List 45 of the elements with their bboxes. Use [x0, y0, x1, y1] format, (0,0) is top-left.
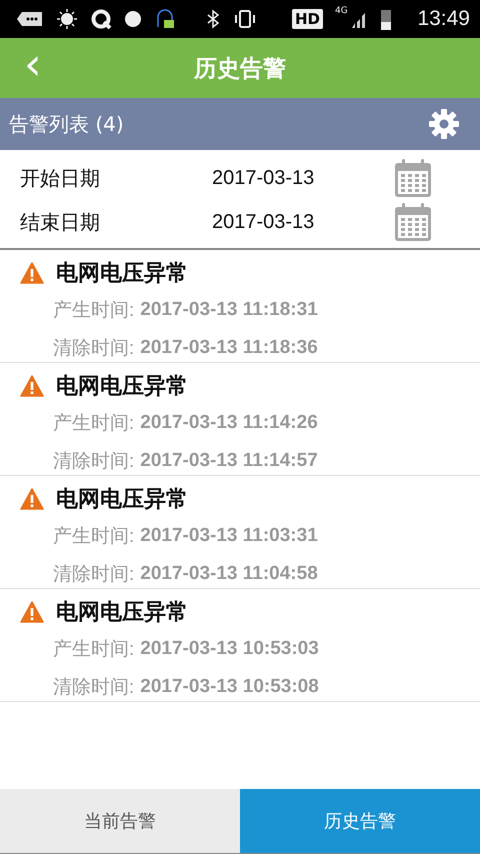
q-app-icon — [90, 8, 112, 30]
battery-icon — [380, 8, 392, 30]
date-value[interactable]: 2017-03-13 — [212, 210, 394, 234]
time-label: 产生时间: — [53, 638, 134, 662]
alarm-title: 电网电压异常 — [56, 486, 188, 514]
time-label: 清除时间: — [53, 676, 134, 700]
time-value: 2017-03-13 10:53:08 — [140, 676, 319, 698]
tab[interactable]: 历史告警 — [240, 789, 480, 853]
calendar-icon[interactable] — [394, 158, 432, 198]
time-label: 产生时间: — [53, 299, 134, 323]
time-label: 产生时间: — [53, 525, 134, 549]
time-value: 2017-03-13 11:03:31 — [140, 525, 318, 547]
page-title: 历史告警 — [194, 54, 286, 84]
settings-icon[interactable] — [428, 108, 460, 140]
time-value: 2017-03-13 11:18:36 — [140, 337, 318, 359]
time-value: 2017-03-13 11:14:26 — [140, 412, 318, 434]
time-label: 清除时间: — [53, 450, 134, 474]
time-label: 清除时间: — [53, 337, 134, 361]
alarm-title: 电网电压异常 — [56, 373, 188, 401]
warning-icon — [20, 488, 44, 510]
time-value: 2017-03-13 10:53:03 — [140, 638, 319, 660]
hd-badge: HD — [292, 9, 324, 29]
time-value: 2017-03-13 11:18:31 — [140, 299, 318, 321]
date-label: 开始日期 — [20, 164, 101, 192]
time-value: 2017-03-13 11:14:57 — [140, 450, 318, 472]
warning-icon — [20, 262, 44, 284]
vibrate-icon — [232, 9, 258, 29]
brightness-icon — [56, 8, 78, 30]
tab[interactable]: 当前告警 — [0, 789, 240, 853]
list-title: 告警列表 (4) — [9, 110, 124, 138]
time-value: 2017-03-13 11:04:58 — [140, 563, 318, 585]
bluetooth-icon — [206, 9, 220, 29]
date-label: 结束日期 — [20, 208, 101, 236]
warning-icon — [20, 375, 44, 397]
message-icon — [16, 10, 44, 28]
alarm-title: 电网电压异常 — [56, 260, 188, 288]
clock: 13:49 — [417, 7, 470, 31]
network-label: 4G — [335, 6, 348, 16]
warning-icon — [20, 601, 44, 623]
time-label: 清除时间: — [53, 563, 134, 587]
alarm-title: 电网电压异常 — [56, 599, 188, 627]
time-label: 产生时间: — [53, 412, 134, 436]
dot-icon — [124, 10, 142, 28]
calendar-icon[interactable] — [394, 202, 432, 242]
date-value[interactable]: 2017-03-13 — [212, 166, 394, 190]
